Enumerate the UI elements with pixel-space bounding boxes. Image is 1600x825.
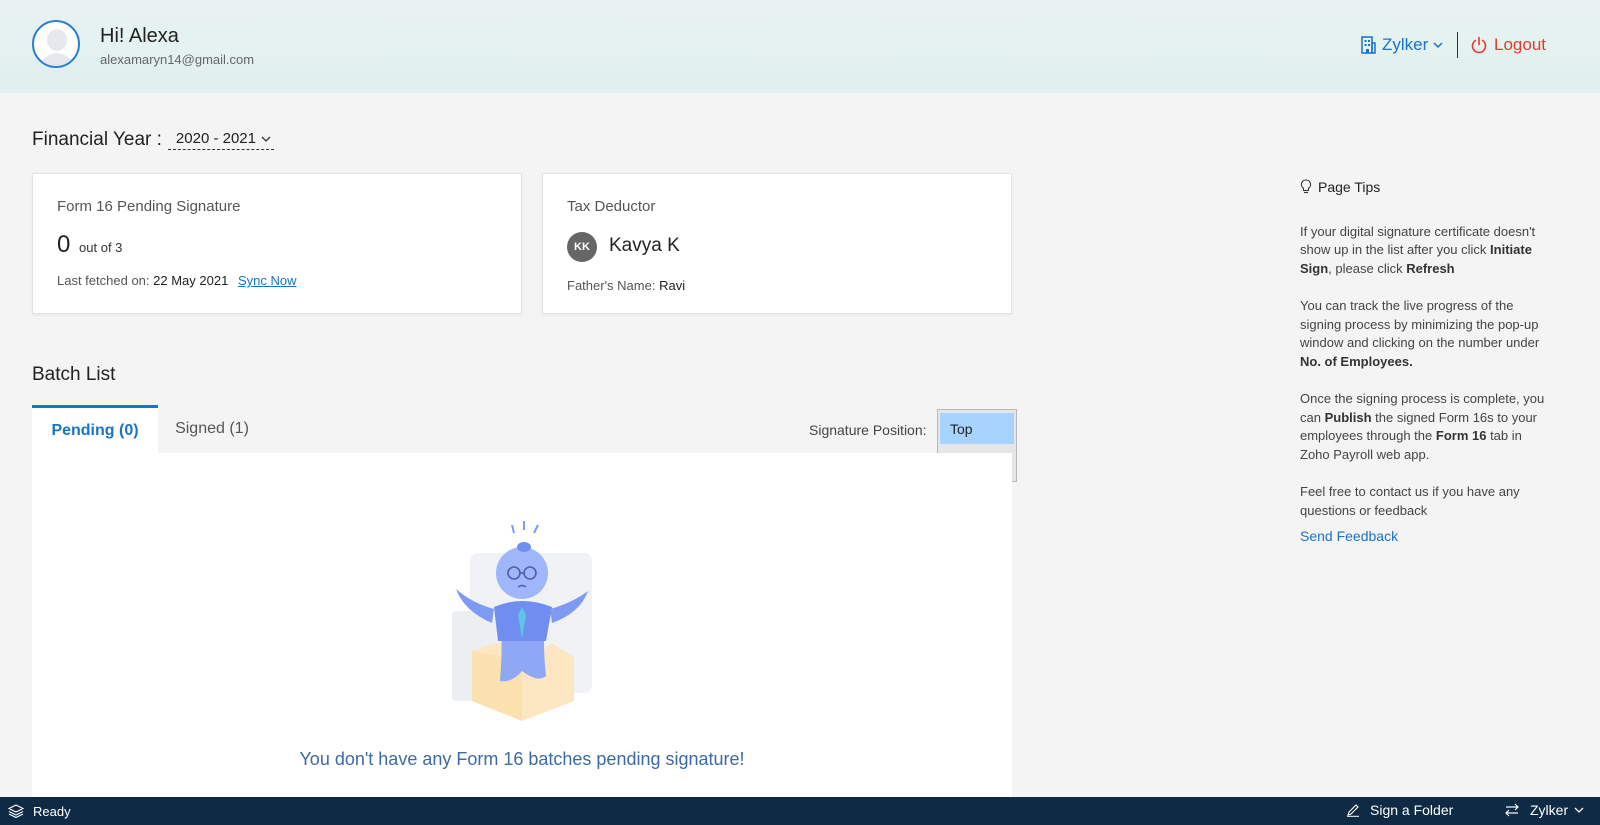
status-text: Ready — [33, 804, 71, 819]
header-divider — [1457, 32, 1458, 58]
tip-contact: Feel free to contact us if you have any … — [1300, 484, 1520, 518]
deductor-initials-avatar: KK — [567, 232, 597, 262]
pending-count-value: 0 — [57, 231, 71, 258]
empty-state-message: You don't have any Form 16 batches pendi… — [299, 749, 745, 769]
pending-card-title: Form 16 Pending Signature — [57, 198, 241, 215]
chevron-down-icon — [261, 136, 271, 142]
last-fetched: Last fetched on: 22 May 2021 Sync Now — [57, 273, 296, 288]
lightbulb-icon — [1300, 179, 1312, 194]
financial-year-select[interactable]: 2020 - 2021 — [167, 130, 274, 150]
logout-label: Logout — [1494, 35, 1546, 54]
father-name-value: Ravi — [659, 278, 686, 293]
user-avatar-icon[interactable] — [32, 20, 80, 68]
batch-list-panel: You don't have any Form 16 batches pendi… — [32, 453, 1012, 797]
pending-signature-card: Form 16 Pending Signature 0 out of 3 Las… — [32, 173, 522, 314]
pending-count: 0 out of 3 — [57, 231, 122, 259]
financial-year-value: 2020 - 2021 — [175, 130, 256, 147]
sync-now-link[interactable]: Sync Now — [238, 273, 297, 288]
status-org-switcher[interactable]: Zylker — [1504, 802, 1584, 818]
top-header: Hi! Alexa alexamaryn14@gmail.com Zylker … — [0, 0, 1600, 93]
org-switcher[interactable]: Zylker — [1360, 35, 1444, 55]
tip-publish: Once the signing process is complete, yo… — [1300, 391, 1545, 462]
greeting-text: Hi! Alexa — [100, 25, 179, 47]
status-org-name: Zylker — [1530, 802, 1569, 818]
fetched-label: Last fetched on: — [57, 273, 150, 288]
status-bar: Ready Sign a Folder Zylker — [0, 797, 1600, 825]
pending-count-suffix: out of 3 — [79, 240, 123, 255]
org-name: Zylker — [1382, 35, 1429, 54]
tip-track-progress: You can track the live progress of the s… — [1300, 298, 1540, 369]
deductor-card-title: Tax Deductor — [567, 198, 656, 215]
switch-arrows-icon — [1505, 803, 1519, 817]
user-email: alexamaryn14@gmail.com — [100, 52, 255, 67]
financial-year: Financial Year : 2020 - 2021 — [32, 129, 274, 151]
layers-icon — [8, 804, 24, 819]
financial-year-label: Financial Year : — [32, 129, 162, 150]
father-name: Father's Name: Ravi — [567, 278, 685, 293]
tab-signed[interactable]: Signed (1) — [158, 405, 266, 453]
pen-sign-icon — [1347, 804, 1359, 817]
sign-folder-button[interactable]: Sign a Folder — [1346, 802, 1453, 818]
batch-list-title: Batch List — [32, 364, 116, 385]
tax-deductor-card: Tax Deductor KK Kavya K Father's Name: R… — [542, 173, 1012, 314]
empty-state-illustration — [452, 521, 592, 721]
father-label: Father's Name: — [567, 278, 656, 293]
page-tips-header: Page Tips — [1300, 178, 1550, 197]
chevron-down-icon — [1574, 807, 1584, 813]
tip-initiate-sign: If your digital signature certificate do… — [1300, 223, 1536, 276]
fetched-date: 22 May 2021 — [153, 273, 229, 288]
page-tips-title: Page Tips — [1318, 179, 1381, 195]
logout-button[interactable]: Logout — [1470, 35, 1546, 55]
power-icon — [1471, 36, 1487, 54]
building-icon — [1361, 36, 1376, 54]
signature-position-label: Signature Position: — [809, 422, 927, 438]
tab-pending[interactable]: Pending (0) — [32, 405, 158, 453]
page-tips: Page Tips If your digital signature cert… — [1300, 178, 1550, 546]
chevron-down-icon — [1433, 42, 1443, 49]
send-feedback-link[interactable]: Send Feedback — [1300, 527, 1550, 546]
deductor-name: Kavya K — [609, 235, 680, 256]
signature-position-option-top[interactable]: Top — [940, 413, 1014, 444]
sign-folder-label: Sign a Folder — [1370, 802, 1454, 818]
